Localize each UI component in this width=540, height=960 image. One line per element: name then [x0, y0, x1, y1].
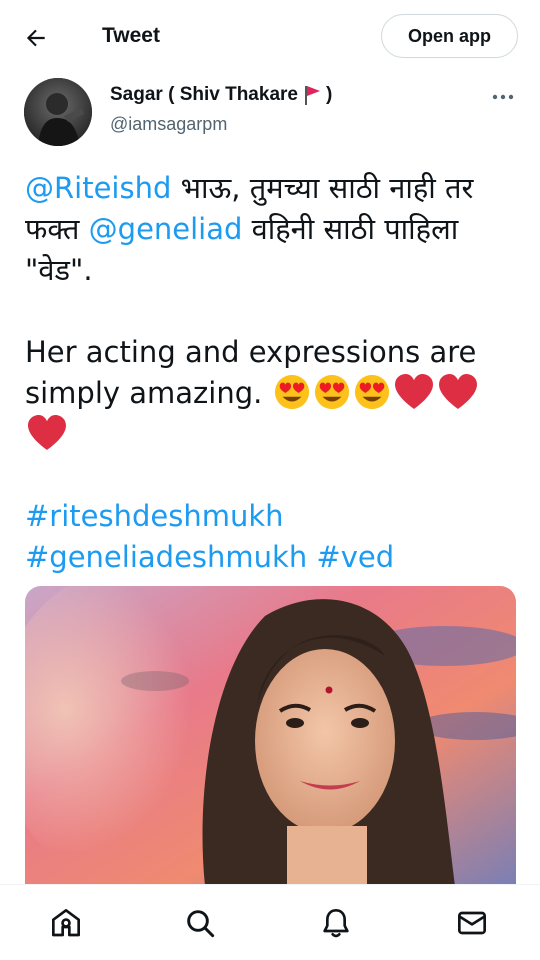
author-name-text: Sagar ( Shiv Thakare — [110, 84, 298, 105]
tweet-text: @Riteishd भाऊ, तुमच्या साठी नाही तर फक्त… — [25, 168, 520, 578]
nav-home[interactable] — [46, 903, 86, 943]
tweet-media-image[interactable] — [25, 586, 516, 886]
avatar[interactable] — [24, 78, 92, 146]
red-flag-emoji — [304, 86, 320, 105]
tweet-hashtags-line-2: #geneliadeshmukh #ved — [25, 537, 520, 578]
top-bar: Tweet Open app — [0, 0, 540, 74]
arrow-left-icon — [26, 29, 45, 47]
tweet-line-3: "वेड". — [25, 253, 93, 287]
tweet-text-segment: वहिनी साठी पाहिला — [242, 212, 459, 246]
author-handle[interactable]: @iamsagarpm — [110, 114, 227, 135]
heart-eyes-emoji — [314, 374, 349, 410]
author-name-suffix: ) — [325, 84, 333, 105]
heart-eyes-emoji — [274, 374, 309, 410]
tweet-line-1: @Riteishd भाऊ, तुमच्या साठी नाही तर — [25, 168, 520, 209]
nav-notifications[interactable] — [316, 903, 356, 943]
tweet-line-2: फक्त @geneliad वहिनी साठी पाहिला — [25, 209, 520, 250]
notifications-bell-icon — [323, 909, 349, 938]
author-name[interactable]: Sagar ( Shiv Thakare ) — [110, 84, 332, 106]
mention-geneliad[interactable]: @geneliad — [89, 212, 243, 246]
hashtag-ved[interactable]: #ved — [316, 540, 394, 574]
red-heart-emoji — [438, 374, 477, 409]
tweet-text-segment: फक्त — [25, 212, 89, 246]
messages-envelope-icon — [458, 911, 486, 935]
tweet-text-segment: भाऊ, तुमच्या साठी नाही तर — [171, 171, 474, 205]
bottom-navigation — [0, 884, 540, 960]
open-app-button[interactable]: Open app — [381, 14, 518, 58]
home-icon — [52, 909, 80, 937]
more-options-button[interactable] — [486, 84, 520, 110]
red-heart-emoji — [394, 374, 433, 409]
more-dots-icon — [492, 94, 514, 100]
search-icon — [187, 910, 215, 938]
tweet-paragraph-2: Her acting and expressions are simply am… — [25, 332, 520, 455]
hashtag-geneliadeshmukh[interactable]: #geneliadeshmukh — [25, 540, 307, 574]
heart-eyes-emoji — [354, 374, 389, 410]
nav-messages[interactable] — [452, 903, 492, 943]
back-button[interactable] — [18, 20, 54, 56]
hashtag-riteshdeshmukh[interactable]: #riteshdeshmukh — [25, 499, 284, 533]
red-heart-emoji — [28, 415, 66, 450]
tweet-hashtags-line-1: #riteshdeshmukh — [25, 496, 520, 537]
mention-riteishd[interactable]: @Riteishd — [25, 171, 171, 205]
nav-search[interactable] — [180, 903, 220, 943]
page-title: Tweet — [102, 24, 160, 47]
